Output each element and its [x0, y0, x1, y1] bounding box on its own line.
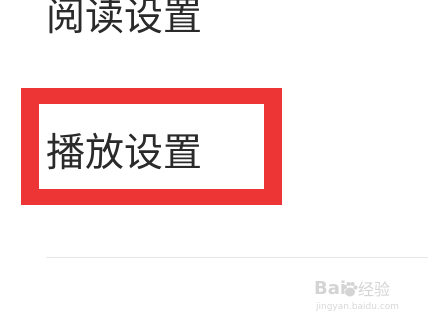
watermark-url: jingyan.baidu.com	[316, 302, 400, 312]
baidu-jingyan-watermark: Bai 经验 jingyan.baidu.com	[314, 279, 414, 319]
highlight-annotation-box	[21, 88, 282, 205]
menu-item-label: 阅读设置	[46, 0, 203, 40]
paw-icon	[343, 282, 358, 297]
watermark-suffix: 经验	[358, 280, 391, 299]
list-divider	[46, 257, 428, 258]
menu-item-reading-settings[interactable]: 阅读设置	[46, 0, 202, 42]
